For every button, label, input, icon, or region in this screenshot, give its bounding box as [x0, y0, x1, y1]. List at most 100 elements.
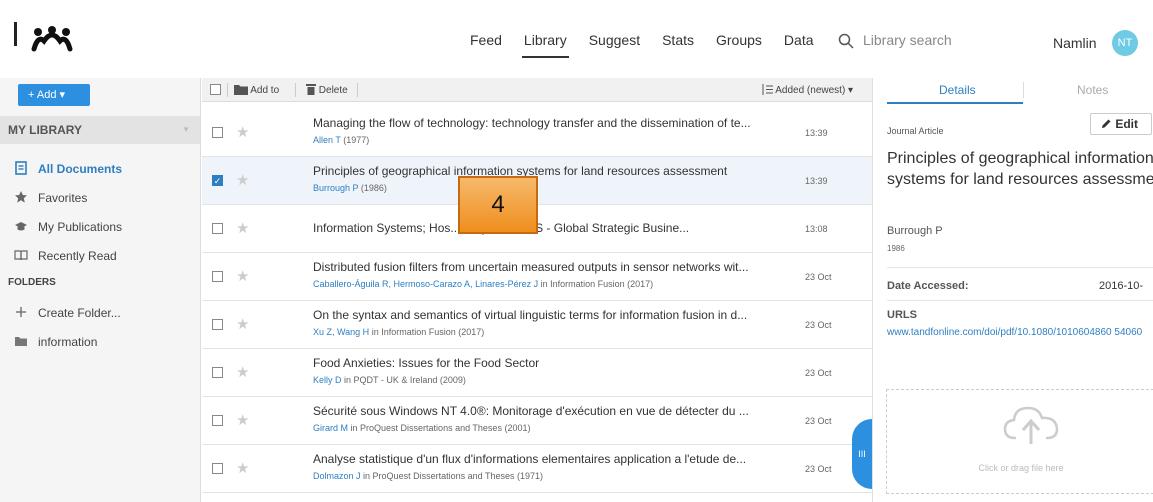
document-authors[interactable]: Kelly D	[313, 375, 342, 385]
my-library-header[interactable]: MY LIBRARY ▼	[0, 116, 200, 144]
document-source: (1977)	[343, 135, 370, 145]
document-authors[interactable]: Burrough P	[313, 183, 358, 193]
nav-feed[interactable]: Feed	[470, 32, 502, 60]
document-title[interactable]: On the syntax and semantics of virtual l…	[313, 308, 793, 322]
add-to-button[interactable]: Add to	[234, 84, 279, 96]
document-title[interactable]: Analyse statistique d'un flux d'informat…	[313, 452, 793, 466]
mendeley-logo-icon[interactable]	[30, 25, 74, 53]
create-folder-button[interactable]: Create Folder...	[0, 300, 200, 326]
folder-item-information[interactable]: information	[0, 329, 200, 355]
delete-button[interactable]: Delete	[306, 84, 348, 96]
row-checkbox[interactable]: ✓	[212, 175, 223, 186]
documents-icon	[15, 161, 27, 175]
nav-stats[interactable]: Stats	[662, 32, 694, 60]
document-authors[interactable]: Xu Z, Wang H	[313, 327, 369, 337]
table-row[interactable]: ★ Food Anxieties: Issues for the Food Se…	[202, 349, 872, 397]
toolbar-divider	[357, 83, 358, 97]
dropzone-text: Click or drag file here	[978, 463, 1064, 473]
star-icon[interactable]: ★	[236, 411, 249, 429]
date-accessed-value[interactable]: 2016-10-	[1099, 280, 1143, 292]
star-icon[interactable]: ★	[236, 267, 249, 285]
document-meta: Allen T (1977)	[313, 135, 369, 145]
sidebar-item-label: Favorites	[38, 191, 88, 205]
document-meta: Xu Z, Wang H in Information Fusion (2017…	[313, 327, 484, 337]
add-to-label: Add to	[250, 85, 280, 96]
url-link[interactable]: www.tandfonline.com/doi/pdf/10.1080/1010…	[887, 327, 1153, 339]
create-folder-label: Create Folder...	[38, 306, 121, 320]
edit-button[interactable]: Edit	[1090, 113, 1152, 135]
row-checkbox[interactable]	[212, 127, 223, 138]
document-authors[interactable]: Caballero-Águila R, Hermoso-Carazo A, Li…	[313, 279, 538, 289]
star-icon[interactable]: ★	[236, 219, 249, 237]
tab-notes[interactable]: Notes	[1077, 83, 1108, 97]
row-checkbox[interactable]	[212, 367, 223, 378]
document-authors[interactable]: Girard M	[313, 423, 348, 433]
cloud-upload-icon	[1003, 406, 1059, 444]
star-icon[interactable]: ★	[236, 315, 249, 333]
row-checkbox[interactable]	[212, 319, 223, 330]
document-meta: Caballero-Águila R, Hermoso-Carazo A, Li…	[313, 279, 653, 289]
select-all-checkbox[interactable]	[210, 84, 221, 95]
nav-data[interactable]: Data	[784, 32, 814, 60]
nav-library[interactable]: Library	[521, 32, 569, 60]
document-authors[interactable]: Allen T	[313, 135, 341, 145]
sidebar-item-label: My Publications	[38, 220, 123, 234]
sidebar-item-recently-read[interactable]: Recently Read	[0, 243, 200, 269]
document-title[interactable]: Principles of geographical information s…	[313, 164, 793, 178]
delete-label: Delete	[318, 85, 348, 96]
file-dropzone[interactable]: Click or drag file here	[886, 389, 1153, 494]
panel-collapse-handle[interactable]: III	[852, 419, 872, 489]
tab-details[interactable]: Details	[939, 83, 976, 97]
table-row[interactable]: ★ Analyse statistique d'un flux d'inform…	[202, 445, 872, 493]
top-bar: Feed Library Suggest Stats Groups Data N…	[0, 0, 1153, 78]
document-title-field[interactable]: Principles of geographical information s…	[887, 148, 1153, 190]
document-list: Add to Delete Added (newest) ▾ ★ Managin…	[202, 78, 872, 502]
add-button[interactable]: + Add ▾	[18, 84, 90, 106]
star-icon[interactable]: ★	[236, 459, 249, 477]
divider	[887, 300, 1153, 301]
row-checkbox[interactable]	[212, 271, 223, 282]
sort-dropdown[interactable]: Added (newest) ▾	[761, 84, 853, 96]
row-checkbox[interactable]	[212, 463, 223, 474]
book-icon	[14, 250, 28, 261]
star-icon[interactable]: ★	[236, 363, 249, 381]
row-checkbox[interactable]	[212, 223, 223, 234]
table-row[interactable]: ★ Distributed fusion filters from uncert…	[202, 253, 872, 301]
star-icon[interactable]: ★	[236, 171, 249, 189]
star-icon[interactable]: ★	[236, 123, 249, 141]
document-title[interactable]: Distributed fusion filters from uncertai…	[313, 260, 793, 274]
search-input[interactable]	[863, 28, 1011, 52]
trash-icon	[306, 84, 316, 95]
document-date: 23 Oct	[805, 272, 832, 282]
row-checkbox[interactable]	[212, 415, 223, 426]
avatar[interactable]: NT	[1112, 30, 1138, 56]
document-title[interactable]: Food Anxieties: Issues for the Food Sect…	[313, 356, 793, 370]
nav-groups[interactable]: Groups	[716, 32, 762, 60]
nav-suggest[interactable]: Suggest	[589, 32, 640, 60]
pencil-icon	[1102, 119, 1111, 128]
edit-label: Edit	[1115, 117, 1139, 131]
sidebar-item-all-documents[interactable]: All Documents	[0, 156, 200, 182]
document-title[interactable]: Information Systems; Hos... n Systems HI…	[313, 221, 793, 235]
document-authors[interactable]: Dolmazon J	[313, 471, 361, 481]
document-date: 23 Oct	[805, 368, 832, 378]
sidebar-item-favorites[interactable]: Favorites	[0, 185, 200, 211]
toolbar-divider	[227, 83, 228, 97]
sort-label: Added (newest) ▾	[775, 85, 854, 96]
library-search	[825, 28, 1013, 56]
document-title[interactable]: Sécurité sous Windows NT 4.0®: Monitorag…	[313, 404, 793, 418]
mortarboard-icon	[15, 222, 27, 231]
document-source: in ProQuest Dissertations and Theses (19…	[363, 471, 543, 481]
author-field[interactable]: Burrough P	[887, 225, 943, 237]
search-icon[interactable]	[837, 32, 855, 50]
sidebar-item-my-publications[interactable]: My Publications	[0, 214, 200, 240]
user-name[interactable]: Namlin	[1053, 35, 1097, 51]
document-date: 23 Oct	[805, 320, 832, 330]
document-meta: Kelly D in PQDT - UK & Ireland (2009)	[313, 375, 466, 385]
year-field[interactable]: 1986	[887, 244, 905, 253]
document-title[interactable]: Managing the flow of technology: technol…	[313, 116, 793, 130]
table-row[interactable]: ★ On the syntax and semantics of virtual…	[202, 301, 872, 349]
table-row[interactable]: ★ Managing the flow of technology: techn…	[202, 109, 872, 157]
details-panel: Details Notes Edit Journal Article Princ…	[872, 78, 1153, 502]
table-row[interactable]: ★ Sécurité sous Windows NT 4.0®: Monitor…	[202, 397, 872, 445]
